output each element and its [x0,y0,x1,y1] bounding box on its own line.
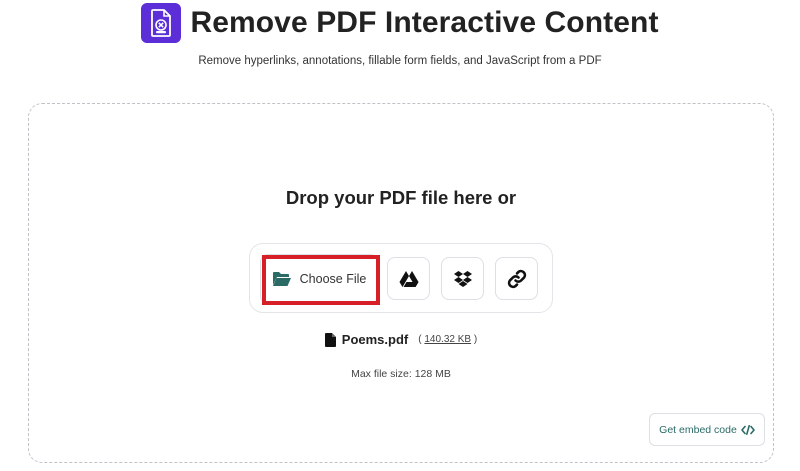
choose-file-button[interactable]: Choose File [260,254,378,304]
file-size-close-paren: ) [473,334,478,345]
upload-source-group: Choose File [249,243,553,313]
file-size: ( 140.32 KB ) [418,334,477,345]
drop-heading: Drop your PDF file here or [285,187,517,208]
google-drive-button[interactable] [387,257,430,300]
document-icon [324,332,336,347]
header: Remove PDF Interactive Content [0,3,800,43]
app-logo [141,3,182,43]
code-icon [741,424,755,435]
file-name: Poems.pdf [341,332,409,347]
folder-open-icon [272,272,291,286]
dropbox-icon [453,270,472,287]
page: Remove PDF Interactive Content Remove hy… [0,0,800,471]
page-subtitle: Remove hyperlinks, annotations, fillable… [198,55,602,67]
file-size-value: 140.32 KB [424,334,472,345]
file-size-open-paren: ( [418,334,422,345]
max-file-size: Max file size: 128 MB [351,368,451,380]
link-icon [507,269,526,288]
url-link-button[interactable] [495,257,538,300]
pdf-file-icon [151,9,172,37]
choose-file-label: Choose File [299,272,367,286]
page-title: Remove PDF Interactive Content [190,6,659,39]
selected-file-info: Poems.pdf ( 140.32 KB ) [29,332,773,347]
google-drive-icon [399,270,418,287]
get-embed-code-button[interactable]: Get embed code [649,413,765,446]
file-dropzone[interactable]: Drop your PDF file here or Choose File P… [28,103,774,463]
embed-label: Get embed code [659,423,737,436]
dropbox-button[interactable] [441,257,484,300]
